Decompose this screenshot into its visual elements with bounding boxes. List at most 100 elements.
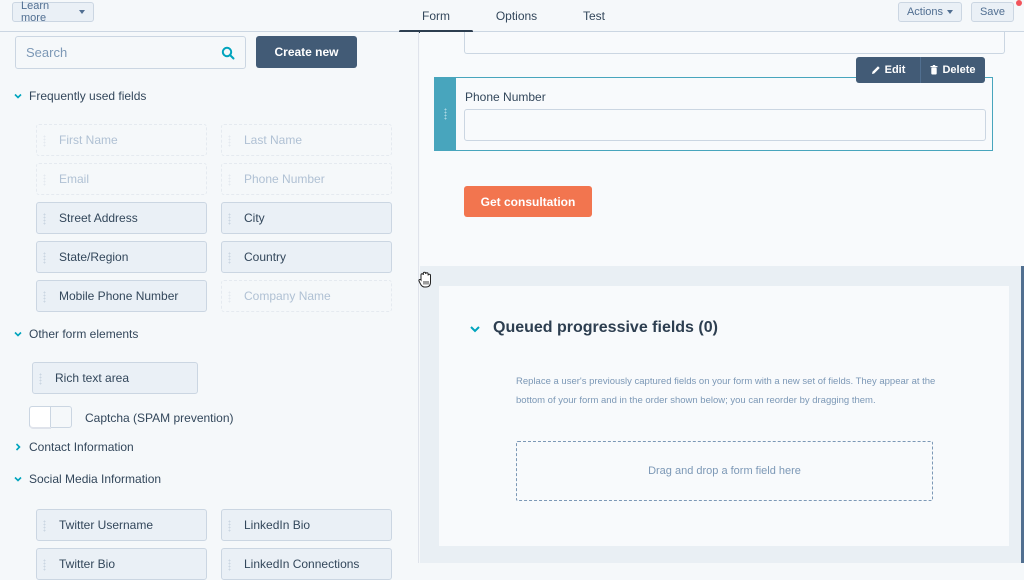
drag-grip-icon	[39, 373, 42, 385]
field-country[interactable]: Country	[221, 241, 392, 273]
drag-grip-icon	[228, 291, 231, 303]
drag-grip-icon	[43, 559, 46, 571]
chevron-right-icon	[15, 443, 21, 451]
delete-button[interactable]: Delete	[920, 57, 985, 83]
chevron-down-icon	[14, 331, 22, 337]
grab-cursor-icon	[418, 271, 431, 288]
field-first-name[interactable]: First Name	[36, 124, 207, 156]
learn-more-dropdown[interactable]: Learn more	[12, 0, 94, 24]
field-city[interactable]: City	[221, 202, 392, 234]
field-company-name[interactable]: Company Name	[221, 280, 392, 312]
drag-grip-icon	[228, 252, 231, 264]
tab-options[interactable]: Options	[484, 0, 549, 32]
form-canvas: Phone Number Edit Delete Get consultatio…	[420, 32, 1024, 266]
field-email[interactable]: Email	[36, 163, 207, 195]
field-linkedin-bio[interactable]: LinkedIn Bio	[221, 509, 392, 541]
drag-grip-icon	[228, 135, 231, 147]
search-box[interactable]	[15, 36, 246, 69]
field-twitter-username[interactable]: Twitter Username	[36, 509, 207, 541]
field-street-address[interactable]: Street Address	[36, 202, 207, 234]
field-label: Street Address	[59, 211, 138, 225]
phone-number-input[interactable]	[464, 109, 986, 141]
field-label: Phone Number	[244, 172, 325, 186]
field-label: Country	[244, 250, 287, 264]
field-label: LinkedIn Bio	[244, 518, 311, 532]
drag-grip-icon	[444, 108, 447, 120]
captcha-label: Captcha (SPAM prevention)	[85, 411, 234, 425]
field-label: Twitter Bio	[59, 557, 116, 571]
field-label: Phone Number	[465, 90, 546, 104]
caret-down-icon	[947, 10, 954, 14]
drag-grip-icon	[228, 174, 231, 186]
drag-grip-icon	[228, 520, 231, 532]
field-label: State/Region	[59, 250, 129, 264]
field-dropzone[interactable]: Drag and drop a form field here	[516, 441, 933, 501]
field-rich-text-area[interactable]: Rich text area	[32, 362, 198, 394]
field-label: Email	[59, 172, 90, 186]
field-drag-handle[interactable]	[435, 78, 456, 150]
captcha-toggle[interactable]	[29, 406, 72, 428]
learn-more-label: Learn more	[21, 0, 50, 24]
field-label: Twitter Username	[59, 518, 154, 532]
tab-test-label: Test	[582, 9, 605, 23]
selected-form-field[interactable]: Phone Number	[434, 77, 993, 151]
field-mobile-phone-number[interactable]: Mobile Phone Number	[36, 280, 207, 312]
drag-grip-icon	[43, 174, 46, 186]
toggle-knob	[30, 407, 51, 427]
section-label: Social Media Information	[29, 472, 162, 486]
search-icon[interactable]	[221, 46, 235, 60]
field-label: Last Name	[244, 133, 303, 147]
field-twitter-bio[interactable]: Twitter Bio	[36, 548, 207, 580]
queued-fields-title: Queued progressive fields (0)	[493, 319, 718, 336]
save-button[interactable]: Save	[971, 2, 1014, 22]
queued-fields-panel: Queued progressive fields (0) Replace a …	[420, 266, 1024, 563]
submit-button[interactable]: Get consultation	[464, 186, 592, 217]
field-state-region[interactable]: State/Region	[36, 241, 207, 273]
field-phone-number[interactable]: Phone Number	[221, 163, 392, 195]
chevron-down-icon[interactable]	[468, 323, 482, 335]
caret-down-icon	[79, 10, 85, 14]
chevron-down-icon	[14, 476, 22, 482]
section-contact-information[interactable]: Contact Information	[12, 440, 134, 454]
section-label: Other form elements	[29, 327, 139, 341]
drag-grip-icon	[43, 291, 46, 303]
field-linkedin-connections[interactable]: LinkedIn Connections	[221, 548, 392, 580]
previous-field-input[interactable]	[464, 32, 1005, 54]
create-new-button[interactable]: Create new	[256, 36, 357, 68]
section-social-media-information[interactable]: Social Media Information	[12, 472, 161, 486]
trash-icon	[930, 65, 938, 75]
tab-form-label: Form	[422, 9, 450, 23]
search-input[interactable]	[26, 45, 206, 60]
save-label: Save	[979, 6, 1006, 18]
drag-grip-icon	[43, 520, 46, 532]
field-last-name[interactable]: Last Name	[221, 124, 392, 156]
tab-options-label: Options	[495, 9, 538, 23]
tab-test[interactable]: Test	[572, 0, 616, 32]
field-label: First Name	[59, 133, 118, 147]
field-label: Company Name	[244, 289, 331, 303]
notification-dot	[1016, 0, 1022, 6]
chevron-down-icon	[14, 93, 22, 99]
queued-fields-description: Replace a user's previously captured fie…	[516, 376, 936, 406]
drag-grip-icon	[43, 213, 46, 225]
top-bar: Learn more Form Options Test Actions Sav…	[0, 0, 1024, 33]
drag-grip-icon	[228, 559, 231, 571]
field-label: LinkedIn Connections	[244, 557, 360, 571]
drag-grip-icon	[43, 252, 46, 264]
delete-label: Delete	[942, 64, 976, 76]
field-label: City	[244, 211, 265, 225]
actions-dropdown[interactable]: Actions	[898, 2, 962, 22]
field-toolbar: Edit Delete	[856, 57, 985, 83]
field-label: Mobile Phone Number	[59, 289, 179, 303]
section-other-form-elements[interactable]: Other form elements	[12, 327, 138, 341]
tab-form[interactable]: Form	[399, 0, 473, 33]
actions-label: Actions	[906, 6, 944, 18]
section-label: Frequently used fields	[29, 89, 147, 103]
edit-button[interactable]: Edit	[856, 57, 920, 83]
fields-sidebar: Create new Frequently used fields First …	[0, 32, 419, 580]
drag-grip-icon	[43, 135, 46, 147]
section-frequently-used-fields[interactable]: Frequently used fields	[12, 89, 146, 103]
drag-grip-icon	[228, 213, 231, 225]
pencil-icon	[871, 66, 880, 74]
dropzone-label: Drag and drop a form field here	[648, 465, 801, 477]
